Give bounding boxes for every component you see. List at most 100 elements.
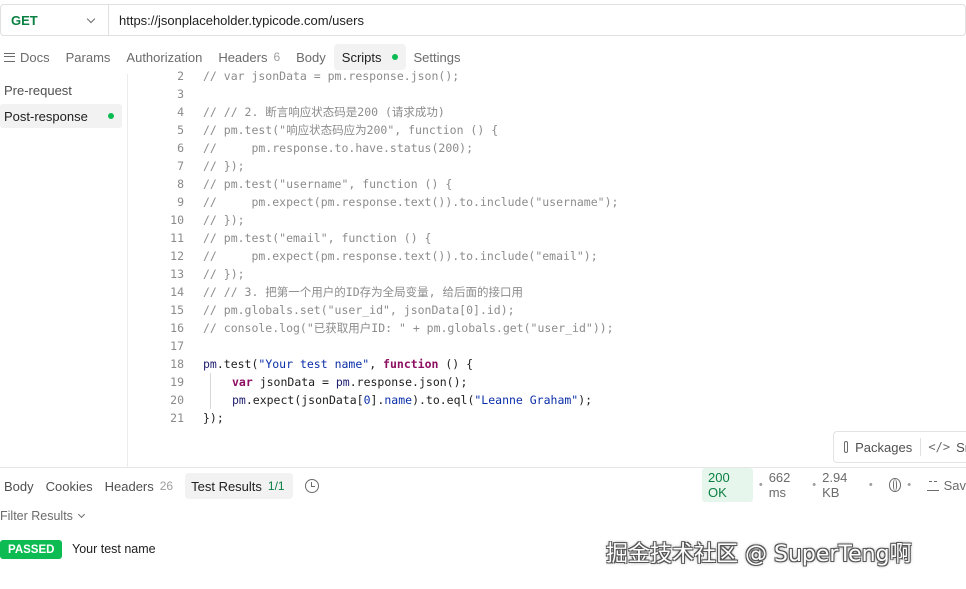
code-comment: // pm.expect(pm.response.text()).to.incl… bbox=[203, 195, 619, 209]
tab-docs-label: Docs bbox=[20, 49, 50, 65]
code-property: name bbox=[384, 393, 413, 407]
separator-dot: • bbox=[812, 479, 817, 491]
line-number: 19 bbox=[170, 375, 184, 389]
tab-authorization[interactable]: Authorization bbox=[118, 44, 210, 70]
code-icon: </> bbox=[928, 440, 951, 454]
response-time[interactable]: 662 ms bbox=[769, 470, 807, 500]
separator-dot: • bbox=[868, 479, 873, 491]
request-url-bar: GET https://jsonplaceholder.typicode.com… bbox=[0, 4, 966, 36]
code-line: 20 pm.expect(jsonData[0].name).to.eql("Le… bbox=[130, 391, 966, 409]
code-token: ]. bbox=[370, 393, 385, 407]
code-comment: // // 3. 把第一个用户的ID存为全局变量, 给后面的接口用 bbox=[203, 285, 524, 299]
line-number: 14 bbox=[170, 285, 184, 299]
line-number: 17 bbox=[170, 339, 184, 353]
line-number: 18 bbox=[170, 357, 184, 371]
code-text: pm.expect(jsonData[0].name).to.eql("Lean… bbox=[232, 391, 592, 409]
line-number: 3 bbox=[177, 87, 184, 101]
line-number: 16 bbox=[170, 321, 184, 335]
method-label: GET bbox=[11, 12, 38, 28]
line-number: 7 bbox=[177, 159, 184, 173]
code-token: pm bbox=[232, 393, 246, 407]
code-text: }); bbox=[203, 411, 224, 425]
separator-dot: • bbox=[907, 479, 912, 491]
line-number: 6 bbox=[177, 141, 184, 155]
tab-params[interactable]: Params bbox=[58, 44, 119, 70]
response-headers-count: 26 bbox=[159, 479, 174, 493]
test-results-count: 1/1 bbox=[267, 479, 285, 493]
snippets-button[interactable]: Sn bbox=[956, 440, 966, 455]
code-comment: // }); bbox=[203, 267, 245, 281]
globe-icon[interactable] bbox=[888, 478, 902, 492]
code-token: () { bbox=[438, 357, 474, 371]
sidebar-item-post-response[interactable]: Post-response bbox=[0, 104, 122, 128]
line-number: 21 bbox=[170, 411, 184, 425]
code-line: 4 // // 2. 断言响应状态码是200 (请求成功) bbox=[130, 103, 966, 121]
code-token: .response.json(); bbox=[349, 375, 468, 389]
status-badge[interactable]: 200 OK bbox=[702, 468, 753, 502]
tab-settings[interactable]: Settings bbox=[406, 44, 469, 70]
code-keyword: function bbox=[383, 357, 439, 371]
code-comment: // console.log("已获取用户ID: " + pm.globals.… bbox=[203, 321, 614, 335]
sidebar-item-pre-request[interactable]: Pre-request bbox=[0, 78, 122, 102]
tab-label: Body bbox=[4, 478, 34, 494]
code-line: 16 // console.log("已获取用户ID: " + pm.global… bbox=[130, 319, 966, 337]
line-number: 2 bbox=[177, 69, 184, 83]
code-line: 15 // pm.globals.set("user_id", jsonData[… bbox=[130, 301, 966, 319]
tab-scripts-label: Scripts bbox=[341, 49, 382, 65]
scripts-active-dot bbox=[391, 54, 398, 60]
tab-scripts[interactable]: Scripts bbox=[333, 44, 406, 70]
code-line: 3 bbox=[130, 85, 966, 103]
code-line: 2 // var jsonData = pm.response.json(); bbox=[130, 68, 966, 85]
history-icon[interactable] bbox=[304, 479, 319, 493]
response-tabs: Body Cookies Headers 26 Test Results 1/1 bbox=[0, 472, 319, 500]
code-comment: // pm.response.to.have.status(200); bbox=[203, 141, 474, 155]
scripts-sidebar: Pre-request Post-response bbox=[0, 74, 128, 467]
code-line: 14 // // 3. 把第一个用户的ID存为全局变量, 给后面的接口用 bbox=[130, 283, 966, 301]
tab-response-headers[interactable]: Headers 26 bbox=[101, 473, 182, 499]
docs-icon bbox=[4, 52, 15, 62]
tab-headers[interactable]: Headers 6 bbox=[210, 44, 288, 70]
script-editor[interactable]: 2 // var jsonData = pm.response.json(); 3… bbox=[130, 68, 966, 467]
packages-button[interactable]: Packages bbox=[855, 440, 912, 455]
line-number: 20 bbox=[170, 393, 184, 407]
code-token: , bbox=[369, 357, 384, 371]
chevron-down-icon bbox=[77, 510, 85, 519]
method-select[interactable]: GET bbox=[1, 5, 109, 35]
code-line: 13 // }); bbox=[130, 265, 966, 283]
code-line: 18 pm.test("Your test name", function () … bbox=[130, 355, 966, 373]
tab-cookies[interactable]: Cookies bbox=[42, 473, 101, 499]
tab-body[interactable]: Body bbox=[288, 44, 334, 70]
tab-authorization-label: Authorization bbox=[126, 49, 203, 65]
code-string: "Leanne Graham" bbox=[474, 393, 579, 407]
code-comment: // pm.globals.set("user_id", jsonData[0]… bbox=[203, 303, 515, 317]
tab-params-label: Params bbox=[65, 49, 111, 65]
response-size[interactable]: 2.94 KB bbox=[822, 470, 863, 500]
line-number: 15 bbox=[170, 303, 184, 317]
code-line: 19 var jsonData = pm.response.json(); bbox=[130, 373, 966, 391]
code-token: jsonData = bbox=[252, 375, 336, 389]
code-comment: // // 2. 断言响应状态码是200 (请求成功) bbox=[203, 105, 445, 119]
save-response-button[interactable]: Sav bbox=[944, 478, 966, 493]
sidebar-item-label: Pre-request bbox=[4, 82, 72, 98]
code-token: pm bbox=[203, 357, 217, 371]
url-input[interactable]: https://jsonplaceholder.typicode.com/use… bbox=[109, 13, 364, 28]
filter-results-dropdown[interactable]: Filter Results bbox=[0, 509, 85, 523]
response-meta: 200 OK • 662 ms • 2.94 KB • • Sav bbox=[702, 468, 966, 502]
tab-settings-label: Settings bbox=[413, 49, 461, 65]
sidebar-item-label: Post-response bbox=[4, 108, 88, 124]
code-token: ).to.eql( bbox=[412, 393, 475, 407]
code-comment: // pm.test("username", function () { bbox=[203, 177, 453, 191]
code-token: pm bbox=[335, 375, 350, 389]
code-line: 8 // pm.test("username", function () { bbox=[130, 175, 966, 193]
code-line: 21}); bbox=[130, 409, 966, 427]
tab-test-results[interactable]: Test Results 1/1 bbox=[185, 473, 293, 499]
line-number: 12 bbox=[170, 249, 184, 263]
code-comment: // pm.expect(pm.response.text()).to.incl… bbox=[203, 249, 598, 263]
editor-footer-toolbar: Packages </> Sn bbox=[833, 431, 966, 463]
line-number: 4 bbox=[177, 105, 184, 119]
test-name: Your test name bbox=[72, 542, 156, 556]
tab-headers-label: Headers bbox=[218, 49, 268, 65]
code-line: 9 // pm.expect(pm.response.text()).to.inc… bbox=[130, 193, 966, 211]
tab-docs[interactable]: Docs bbox=[0, 44, 58, 70]
tab-response-body[interactable]: Body bbox=[0, 473, 42, 499]
